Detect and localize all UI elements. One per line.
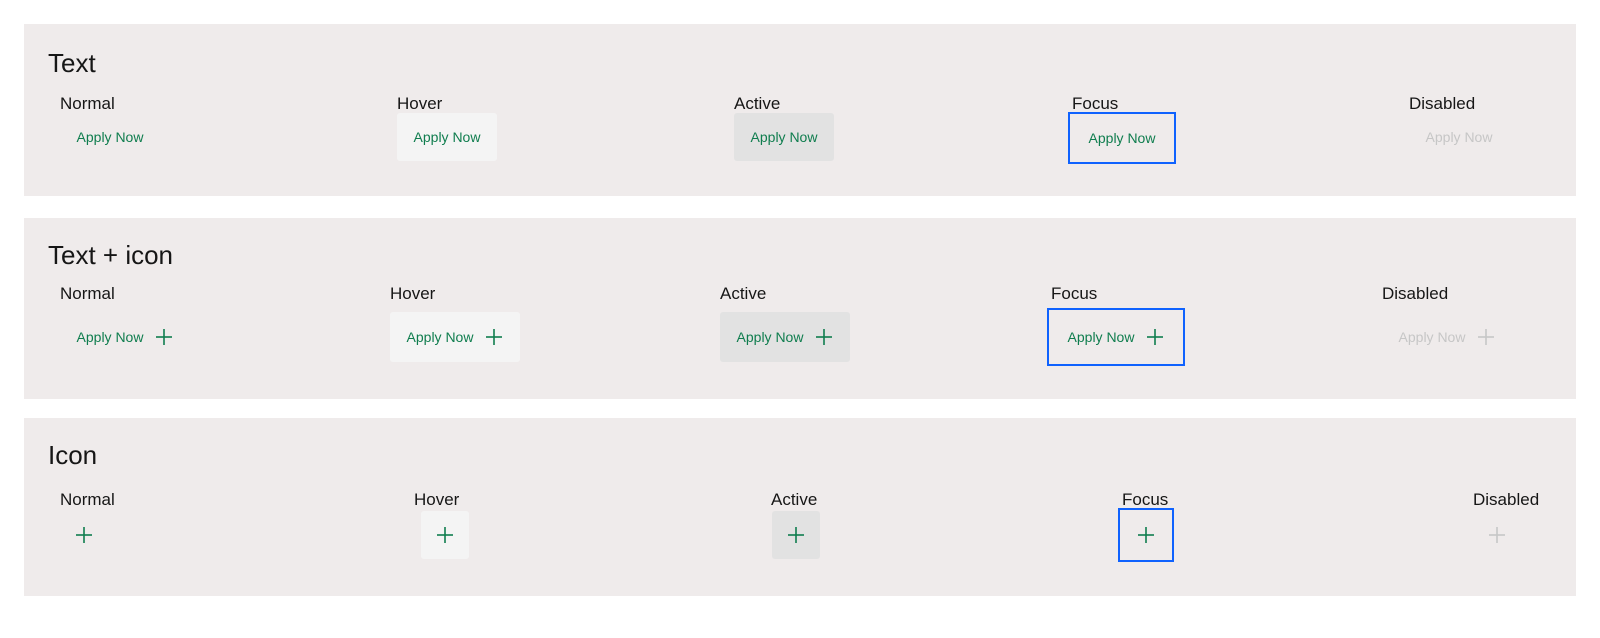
plus-icon-button-active[interactable]: [772, 511, 820, 559]
section-title: Text: [48, 48, 96, 78]
state-label-focus: Focus: [1051, 284, 1098, 303]
state-label-active: Active: [771, 490, 818, 509]
button-label: Apply Now: [1425, 129, 1493, 145]
section-text: Text Normal Hover Active Focus Disabled …: [24, 24, 1576, 196]
plus-icon: [155, 328, 173, 346]
state-label-normal: Normal: [60, 490, 115, 509]
button-label: Apply Now: [1398, 329, 1466, 345]
button-label: Apply Now: [1088, 130, 1156, 146]
state-label-focus: Focus: [1122, 490, 1169, 509]
state-label-disabled: Disabled: [1382, 284, 1449, 303]
apply-now-icon-button-focus[interactable]: Apply Now: [1047, 308, 1185, 366]
plus-icon: [1477, 328, 1495, 346]
plus-icon-button-hover[interactable]: [421, 511, 469, 559]
plus-icon: [75, 526, 93, 544]
button-label: Apply Now: [406, 329, 474, 345]
state-label-active: Active: [734, 94, 781, 113]
plus-icon: [787, 526, 805, 544]
plus-icon: [436, 526, 454, 544]
apply-now-button-focus[interactable]: Apply Now: [1068, 112, 1176, 164]
section-icon: Icon Normal Hover Active Focus Disabled: [24, 418, 1576, 596]
apply-now-button-active[interactable]: Apply Now: [734, 113, 834, 161]
button-label: Apply Now: [413, 129, 481, 145]
state-label-disabled: Disabled: [1473, 490, 1540, 509]
apply-now-button-normal[interactable]: Apply Now: [60, 113, 160, 161]
apply-now-icon-button-hover[interactable]: Apply Now: [390, 312, 520, 362]
plus-icon: [485, 328, 503, 346]
plus-icon: [1146, 328, 1164, 346]
plus-icon: [1488, 526, 1506, 544]
state-label-active: Active: [720, 284, 767, 303]
plus-icon: [1137, 526, 1155, 544]
button-label: Apply Now: [736, 329, 804, 345]
section-text-icon: Text + icon Normal Hover Active Focus Di…: [24, 218, 1576, 399]
section-title: Icon: [48, 440, 98, 470]
button-label: Apply Now: [76, 129, 144, 145]
apply-now-button-hover[interactable]: Apply Now: [397, 113, 497, 161]
apply-now-icon-button-disabled: Apply Now: [1382, 312, 1512, 362]
apply-now-icon-button-active[interactable]: Apply Now: [720, 312, 850, 362]
state-label-disabled: Disabled: [1409, 94, 1476, 113]
button-label: Apply Now: [1067, 329, 1135, 345]
state-label-hover: Hover: [414, 490, 460, 509]
plus-icon-button-focus[interactable]: [1118, 508, 1174, 562]
apply-now-icon-button-normal[interactable]: Apply Now: [60, 312, 190, 362]
state-label-focus: Focus: [1072, 94, 1119, 113]
plus-icon-button-disabled: [1473, 511, 1521, 559]
button-label: Apply Now: [750, 129, 818, 145]
plus-icon-button-normal[interactable]: [60, 511, 108, 559]
button-label: Apply Now: [76, 329, 144, 345]
state-label-hover: Hover: [390, 284, 436, 303]
plus-icon: [815, 328, 833, 346]
section-title: Text + icon: [48, 240, 174, 270]
apply-now-button-disabled: Apply Now: [1409, 113, 1509, 161]
state-label-normal: Normal: [60, 284, 115, 303]
state-label-hover: Hover: [397, 94, 443, 113]
state-label-normal: Normal: [60, 94, 115, 113]
